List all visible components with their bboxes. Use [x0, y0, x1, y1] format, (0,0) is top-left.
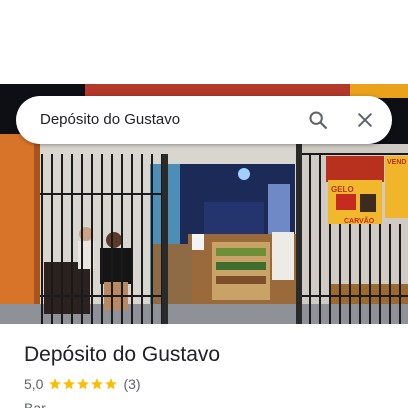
- rating-value: 5,0: [24, 376, 44, 392]
- search-input[interactable]: Depósito do Gustavo: [40, 96, 180, 144]
- review-count[interactable]: (3): [123, 376, 140, 392]
- search-icon: [309, 111, 327, 129]
- star-icon: [105, 378, 118, 390]
- star-icon: [49, 378, 62, 390]
- rating-row[interactable]: 5,0 (3): [24, 374, 394, 394]
- place-category: Bar: [24, 400, 46, 408]
- star-icon: [63, 378, 76, 390]
- close-icon: [358, 113, 372, 127]
- star-rating: [48, 377, 118, 391]
- top-blank-area: [0, 0, 408, 84]
- search-bar[interactable]: Depósito do Gustavo: [16, 96, 392, 144]
- place-title: Depósito do Gustavo: [24, 343, 221, 366]
- search-button[interactable]: [300, 102, 336, 138]
- star-icon: [77, 378, 90, 390]
- clear-search-button[interactable]: [347, 102, 383, 138]
- sign-gelo: GELO: [331, 185, 354, 194]
- sign-carvao: CARVÃO: [344, 216, 375, 225]
- sign-vend: VEND: [387, 159, 406, 166]
- place-info: Depósito do Gustavo 5,0 (3) Bar: [24, 340, 394, 408]
- star-icon: [91, 378, 104, 390]
